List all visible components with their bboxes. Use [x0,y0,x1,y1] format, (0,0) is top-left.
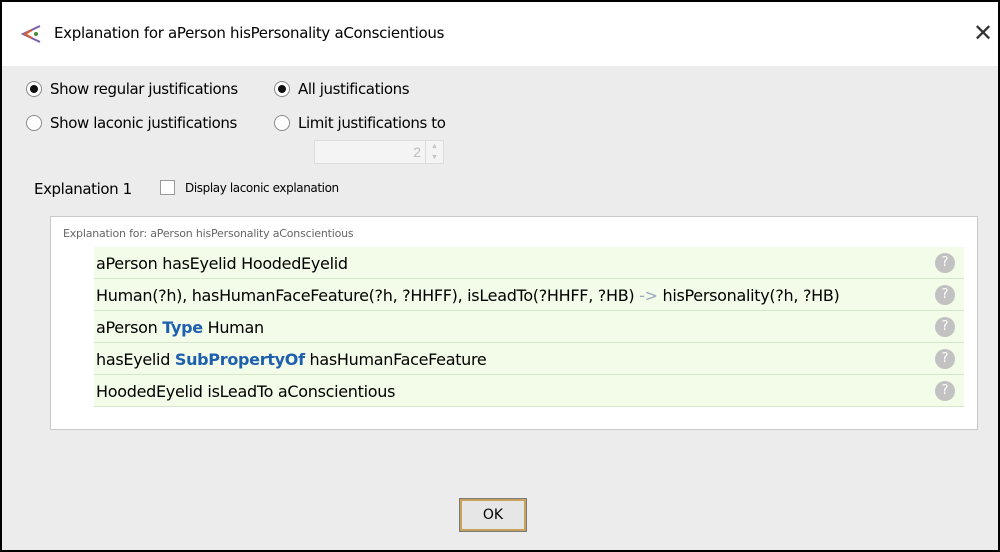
axiom-row[interactable]: Human(?h), hasHumanFaceFeature(?h, ?HHFF… [94,279,964,311]
keyword-type: Type [162,318,203,337]
radio-selected-icon [274,81,290,97]
radio-unselected-icon [26,115,42,131]
help-icon[interactable]: ? [935,349,955,369]
spinner-arrows[interactable]: ▲ ▼ [425,141,443,163]
axiom-text: hasEyelid SubPropertyOf hasHumanFaceFeat… [96,350,487,369]
axiom-row[interactable]: aPerson Type Human ? [94,311,964,343]
axiom-text: HoodedEyelid isLeadTo aConscientious [96,382,396,401]
radio-all-justifications-label: All justifications [298,80,410,98]
keyword-subpropertyof: SubPropertyOf [174,350,305,369]
help-icon[interactable]: ? [935,381,955,401]
radio-unselected-icon [274,115,290,131]
radio-selected-icon [26,81,42,97]
help-icon[interactable]: ? [935,317,955,337]
spinner-up-icon[interactable]: ▲ [426,141,443,152]
limit-spinner[interactable]: 2 ▲ ▼ [314,140,444,164]
checkbox-icon [160,180,175,195]
radio-all-justifications[interactable]: All justifications [274,80,410,98]
window-title: Explanation for aPerson hisPersonality a… [54,24,445,42]
help-icon[interactable]: ? [935,285,955,305]
radio-show-laconic-label: Show laconic justifications [50,114,237,132]
explanation-header: Explanation for: aPerson hisPersonality … [63,227,354,240]
title-bar: Explanation for aPerson hisPersonality a… [2,2,998,66]
close-button[interactable]: ✕ [970,18,996,48]
axiom-text: Human(?h), hasHumanFaceFeature(?h, ?HHFF… [96,286,840,305]
radio-limit-justifications-label: Limit justifications to [298,114,446,132]
axiom-row[interactable]: aPerson hasEyelid HoodedEyelid ? [94,247,964,279]
explanation-dialog: Explanation for aPerson hisPersonality a… [0,0,1000,552]
help-icon[interactable]: ? [935,253,955,273]
display-laconic-checkbox[interactable]: Display laconic explanation [160,180,339,195]
implies-arrow: -> [639,286,658,305]
radio-limit-justifications[interactable]: Limit justifications to [274,114,446,132]
limit-spinner-value: 2 [413,144,421,160]
explanation-panel: Explanation for: aPerson hisPersonality … [50,216,978,430]
ok-button[interactable]: OK [459,498,527,532]
axiom-row[interactable]: hasEyelid SubPropertyOf hasHumanFaceFeat… [94,343,964,375]
protege-app-icon [20,25,41,43]
axiom-text: aPerson Type Human [96,318,264,337]
axiom-text: aPerson hasEyelid HoodedEyelid [96,254,348,273]
axiom-row[interactable]: HoodedEyelid isLeadTo aConscientious ? [94,375,964,407]
explanation-number-label: Explanation 1 [34,180,132,198]
radio-show-regular-label: Show regular justifications [50,80,238,98]
display-laconic-label: Display laconic explanation [185,180,339,195]
spinner-down-icon[interactable]: ▼ [426,152,443,163]
radio-show-laconic[interactable]: Show laconic justifications [26,114,237,132]
radio-show-regular[interactable]: Show regular justifications [26,80,238,98]
